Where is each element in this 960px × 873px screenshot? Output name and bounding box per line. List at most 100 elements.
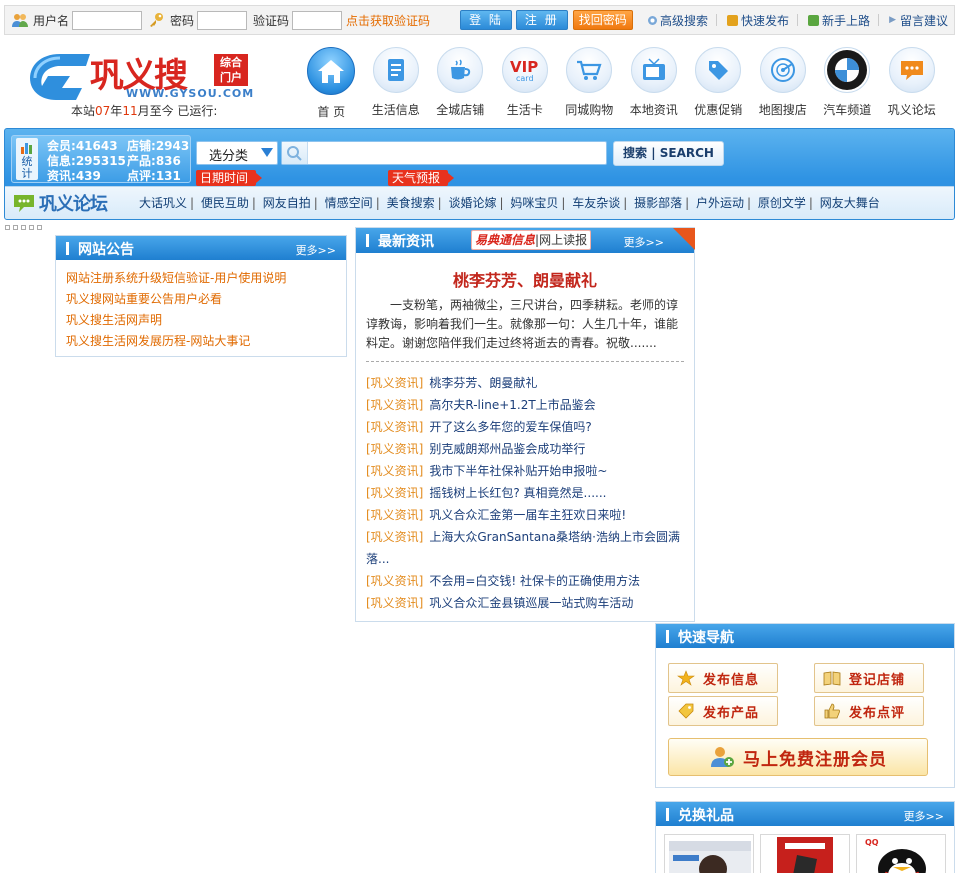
register-member-button[interactable]: 马上免费注册会员 [668, 738, 928, 776]
weather-tag[interactable]: 天气预报 [388, 170, 455, 186]
nav-home[interactable]: 首 页 [299, 47, 364, 120]
get-captcha-link[interactable]: 点击获取验证码 [346, 12, 430, 29]
nav-life-info[interactable]: 生活信息 [364, 47, 429, 120]
news-item[interactable]: 巩义合众汇金第一届车主狂欢日来啦! [429, 508, 626, 522]
gift-image-usb [777, 837, 833, 873]
gift-item[interactable]: QQ [856, 834, 946, 873]
news-category[interactable]: [巩义资讯] [366, 442, 423, 456]
forgot-password-button[interactable]: 找回密码 [572, 10, 633, 30]
notice-item[interactable]: 巩义搜生活网发展历程-网站大事记 [66, 334, 250, 348]
forum-link[interactable]: 妈咪宝贝 [510, 196, 558, 210]
gift-item[interactable] [664, 834, 754, 873]
svg-text:card: card [516, 74, 534, 83]
more-link[interactable]: 更多>> [904, 808, 944, 824]
forum-link[interactable]: 原创文学 [758, 196, 806, 210]
news-category[interactable]: [巩义资讯] [366, 508, 423, 522]
forum-link[interactable]: 美食搜索 [387, 196, 435, 210]
search-button[interactable]: 搜索 | SEARCH [613, 141, 724, 166]
panel-header: 网站公告 更多>> [56, 236, 346, 260]
forum-link[interactable]: 便民互助 [201, 196, 249, 210]
forum-link[interactable]: 大话巩义 [139, 196, 187, 210]
captcha-label: 验证码 [253, 13, 290, 28]
toplink-quick-post[interactable]: 快速发布 [727, 12, 789, 29]
thumbs-up-icon [824, 703, 840, 719]
search-input[interactable] [281, 141, 607, 165]
button-label: 登记店铺 [849, 672, 906, 688]
toplink-label: 高级搜索 [660, 13, 709, 28]
more-link[interactable]: 更多>> [624, 234, 664, 250]
register-shop-button[interactable]: 登记店铺 [814, 663, 924, 693]
nav-auto[interactable]: 汽车频道 [815, 47, 880, 120]
forum-link[interactable]: 网友自拍 [263, 196, 311, 210]
notice-item[interactable]: 巩义搜网站重要公告用户必看 [66, 292, 222, 306]
news-category[interactable]: [巩义资讯] [366, 398, 423, 412]
date-time-tag[interactable]: 日期时间 [196, 170, 263, 186]
post-product-button[interactable]: 发布产品 [668, 696, 778, 726]
logo-mark-icon [30, 54, 90, 100]
nav-label: 全城店铺 [436, 103, 485, 117]
news-item[interactable]: 我市下半年社保补贴开始申报啦~ [429, 464, 607, 478]
captcha-input[interactable] [292, 10, 343, 30]
forum-link[interactable]: 户外运动 [696, 196, 744, 210]
news-category[interactable]: [巩义资讯] [366, 486, 423, 500]
forum-link[interactable]: 谈婚论嫁 [448, 196, 496, 210]
login-button[interactable]: 登 陆 [460, 10, 512, 30]
stat-value: 295315 [75, 154, 126, 168]
toplink-beginners[interactable]: 新手上路 [808, 12, 870, 29]
more-link[interactable]: 更多>> [296, 242, 336, 258]
list-item: [巩义资讯] 高尔夫R-line+1.2T上市品鉴会 [366, 394, 684, 416]
nav-local-news[interactable]: 本地资讯 [622, 47, 687, 120]
register-button[interactable]: 注 册 [515, 10, 568, 30]
nav-map-search[interactable]: 地图搜店 [751, 47, 816, 120]
password-input[interactable] [197, 10, 248, 30]
vip-card-icon: VIP card [501, 47, 548, 93]
forum-link[interactable]: 摄影部落 [634, 196, 682, 210]
post-info-button[interactable]: 发布信息 [668, 663, 778, 693]
forum-logo[interactable]: 巩义论坛 [12, 190, 108, 216]
panel-title: 最新资讯 [378, 234, 434, 250]
news-item[interactable]: 摇钱树上长红包? 真相竟然是...... [429, 486, 606, 500]
username-input[interactable] [72, 10, 143, 30]
toplink-advanced-search[interactable]: 高级搜索 [648, 12, 708, 29]
news-category[interactable]: [巩义资讯] [366, 596, 423, 610]
e-paper-text: 网上读报 [539, 233, 588, 247]
news-item[interactable]: 高尔夫R-line+1.2T上市品鉴会 [429, 398, 595, 412]
news-item[interactable]: 别克威朗郑州品鉴会成功举行 [429, 442, 585, 456]
gifts-panel: 兑换礼品 更多>> QQ [655, 801, 955, 873]
post-review-button[interactable]: 发布点评 [814, 696, 924, 726]
badge-line: 门户 [220, 71, 242, 84]
news-category[interactable]: [巩义资讯] [366, 574, 423, 588]
forum-link[interactable]: 网友大舞台 [820, 196, 880, 210]
notice-item[interactable]: 网站注册系统升级短信验证-用户使用说明 [66, 271, 286, 285]
nav-shopping[interactable]: 同城购物 [557, 47, 622, 120]
news-item[interactable]: 开了这么多年您的爱车保值吗? [429, 420, 591, 434]
news-category[interactable]: [巩义资讯] [366, 530, 423, 544]
news-category[interactable]: [巩义资讯] [366, 420, 423, 434]
nav-promotions[interactable]: 优惠促销 [686, 47, 751, 120]
news-headline[interactable]: 桃李芬芳、朗曼献礼 [356, 267, 694, 291]
news-item[interactable]: 桃李芬芳、朗曼献礼 [429, 376, 537, 390]
news-category[interactable]: [巩义资讯] [366, 376, 423, 390]
user-add-icon [711, 747, 734, 767]
notice-item[interactable]: 巩义搜生活网声明 [66, 313, 162, 327]
nav-city-shops[interactable]: 全城店铺 [428, 47, 493, 120]
username-label: 用户名 [33, 13, 70, 28]
site-logo[interactable]: 巩义搜 综合 门户 WWW.GYSOU.COM [26, 48, 256, 104]
news-item[interactable]: 不会用=白交钱! 社保卡的正确使用方法 [429, 574, 640, 588]
forum-chat-icon [14, 195, 34, 212]
forum-link[interactable]: 情感空间 [325, 196, 373, 210]
header-bar [666, 630, 669, 643]
category-select[interactable]: 选分类 [196, 141, 278, 165]
news-category[interactable]: [巩义资讯] [366, 464, 423, 478]
nav-life-card[interactable]: VIP card 生活卡 [493, 47, 558, 120]
tv-icon [630, 47, 677, 93]
list-item: [巩义资讯] 巩义合众汇金县镇巡展一站式购车活动 [366, 592, 684, 614]
news-item[interactable]: 巩义合众汇金县镇巡展一站式购车活动 [429, 596, 633, 610]
gift-item[interactable] [760, 834, 850, 873]
forum-link[interactable]: 车友杂谈 [572, 196, 620, 210]
e-paper-link[interactable]: 易典通信息|网上读报 [471, 230, 592, 250]
header-bar [666, 808, 669, 821]
nav-forum[interactable]: 巩义论坛 [880, 47, 945, 120]
toplink-feedback[interactable]: ▶ 留言建议 [889, 12, 948, 29]
button-label: 发布点评 [849, 705, 906, 721]
